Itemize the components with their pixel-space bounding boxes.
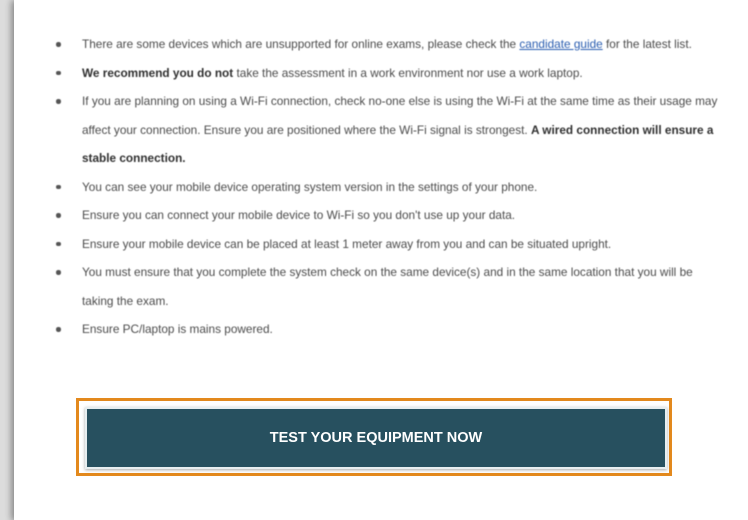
test-equipment-button[interactable]: TEST YOUR EQUIPMENT NOW [85,407,667,469]
bullet-text: Ensure your mobile device can be placed … [82,236,612,251]
bullet-dot-icon [56,270,61,275]
bullet-bold-text: We recommend you do not [82,65,234,80]
bullet-text: There are some devices which are unsuppo… [82,37,520,51]
bullet-text: Ensure you can connect your mobile devic… [82,208,516,222]
bullet-dot-icon [56,327,61,332]
bullet-dot-icon [56,213,61,218]
bullet-dot-icon [56,184,61,189]
bullet-dot-icon [56,241,61,246]
bullet-dot-icon [56,99,61,104]
list-item: Ensure your mobile device can be placed … [14,230,734,259]
list-item: We recommend you do not take the assessm… [14,59,734,88]
bullet-text: You can see your mobile device operating… [82,179,538,194]
list-item: Ensure PC/laptop is mains powered. [14,315,734,344]
bullet-text: You must ensure that you complete the sy… [82,265,693,308]
requirements-list: There are some devices which are unsuppo… [14,30,734,344]
bullet-dot-icon [56,70,61,75]
list-item: You must ensure that you complete the sy… [14,258,734,315]
bullet-text: take the assessment in a work environmen… [233,65,583,80]
list-item: There are some devices which are unsuppo… [14,30,734,59]
test-equipment-button-label: TEST YOUR EQUIPMENT NOW [269,430,483,446]
bullet-dot-icon [56,42,61,47]
list-item: If you are planning on using a Wi-Fi con… [14,87,734,173]
list-item: You can see your mobile device operating… [14,173,734,202]
document-page: There are some devices which are unsuppo… [14,0,748,520]
list-item: Ensure you can connect your mobile devic… [14,201,734,230]
candidate-guide-link[interactable]: candidate guide [519,37,602,51]
bullet-text: Ensure PC/laptop is mains powered. [82,322,273,336]
bullet-text: for the latest list. [602,37,692,51]
